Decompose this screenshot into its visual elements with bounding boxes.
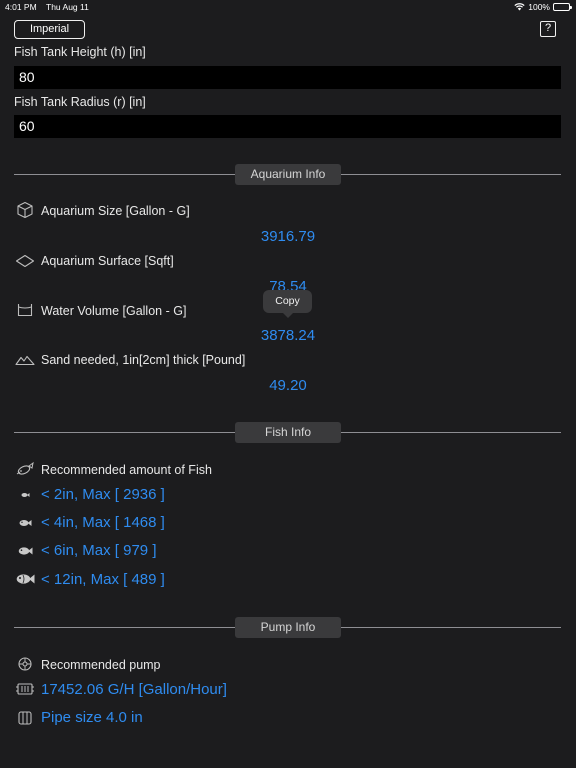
radius-input[interactable]: 60	[14, 115, 561, 138]
pump-icon	[15, 656, 35, 672]
fish-group-icon	[15, 461, 35, 477]
cube-icon	[15, 201, 35, 219]
aquarium-info-header: Aquarium Info	[235, 164, 341, 185]
fish-row[interactable]: < 4in, Max [ 1468 ]	[41, 514, 165, 531]
fish-row[interactable]: < 6in, Max [ 979 ]	[41, 542, 156, 559]
height-input[interactable]: 80	[14, 66, 561, 89]
flow-icon	[15, 681, 35, 697]
fish-info-header: Fish Info	[235, 422, 341, 443]
aquarium-surface-label: Aquarium Surface [Sqft]	[41, 254, 174, 268]
height-label: Fish Tank Height (h) [in]	[14, 45, 146, 59]
status-date: Thu Aug 11	[46, 2, 89, 12]
radius-label: Fish Tank Radius (r) [in]	[14, 95, 146, 109]
pump-title: Recommended pump	[41, 658, 161, 672]
pump-info-header: Pump Info	[235, 617, 341, 638]
pump-flow-value[interactable]: 17452.06 G/H [Gallon/Hour]	[41, 681, 227, 698]
aquarium-size-label: Aquarium Size [Gallon - G]	[41, 204, 190, 218]
copy-tooltip[interactable]: Copy	[263, 290, 312, 318]
battery-icon	[553, 3, 572, 11]
small-fish-icon	[15, 487, 35, 503]
pipe-size-value[interactable]: Pipe size 4.0 in	[41, 709, 143, 726]
sand-needed-label: Sand needed, 1in[2cm] thick [Pound]	[41, 353, 246, 367]
large-fish-icon	[15, 571, 35, 587]
water-volume-label: Water Volume [Gallon - G]	[41, 304, 187, 318]
fish-icon	[15, 543, 35, 559]
battery-percent: 100%	[528, 2, 550, 12]
diamond-icon	[15, 253, 35, 269]
sand-icon	[15, 352, 35, 368]
fish-row[interactable]: < 2in, Max [ 2936 ]	[41, 486, 165, 503]
tank-icon	[15, 302, 35, 318]
water-volume-value[interactable]: 3878.24	[0, 327, 576, 344]
aquarium-size-value[interactable]: 3916.79	[0, 228, 576, 245]
wifi-icon	[514, 3, 525, 11]
fish-title: Recommended amount of Fish	[41, 463, 212, 477]
status-right: 100%	[514, 2, 572, 12]
fish-row[interactable]: < 12in, Max [ 489 ]	[41, 571, 165, 588]
fish-icon	[15, 515, 35, 531]
unit-toggle-button[interactable]: Imperial	[14, 20, 85, 39]
pipe-icon	[15, 710, 35, 726]
status-time: 4:01 PM	[5, 2, 37, 12]
status-bar: 4:01 PM Thu Aug 11 100%	[0, 0, 576, 14]
sand-needed-value[interactable]: 49.20	[0, 377, 576, 394]
help-button[interactable]: ?	[540, 21, 556, 37]
